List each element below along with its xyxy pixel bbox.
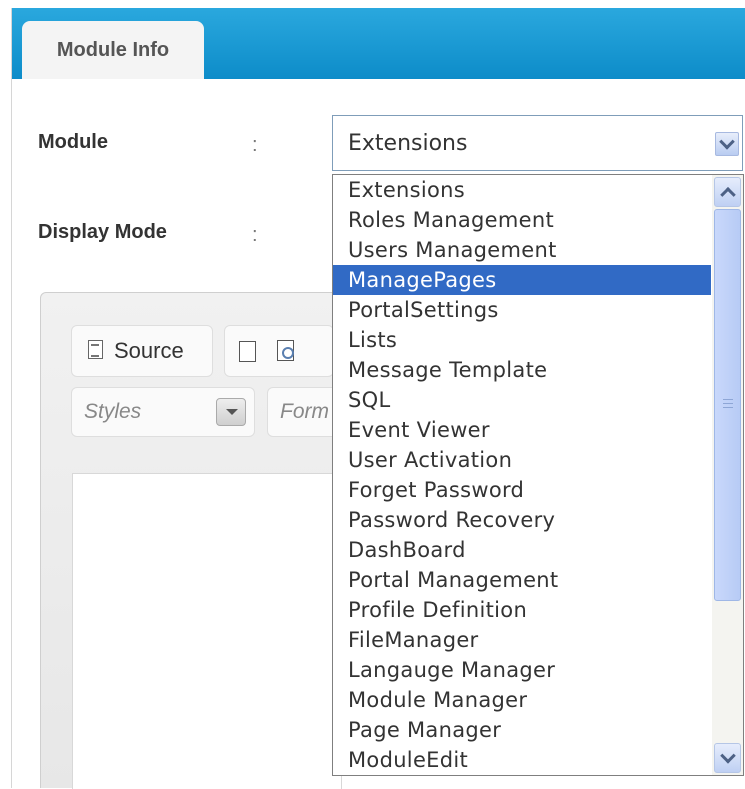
dropdown-option[interactable]: SQL (333, 385, 711, 415)
chevron-down-icon (719, 134, 735, 150)
dropdown-option[interactable]: ModuleEdit (333, 745, 711, 775)
source-button[interactable]: Source (71, 325, 213, 377)
module-colon: : (252, 134, 258, 156)
styles-dropdown-button[interactable] (216, 398, 246, 426)
dropdown-option[interactable]: Langauge Manager (333, 655, 711, 685)
dropdown-option[interactable]: Forget Password (333, 475, 711, 505)
preview-icon[interactable] (277, 340, 294, 361)
display-mode-colon: : (252, 224, 258, 246)
rich-text-editor: Source Styles Form (40, 292, 347, 789)
dropdown-option[interactable]: Module Manager (333, 685, 711, 715)
chevron-down-icon (719, 748, 736, 764)
source-icon (88, 340, 103, 359)
dropdown-option[interactable]: Portal Management (333, 565, 711, 595)
dropdown-toggle-button[interactable] (715, 132, 739, 156)
tab-module-info[interactable]: Module Info (22, 21, 204, 79)
tab-bar: Module Info (12, 8, 745, 79)
format-placeholder: Form (280, 400, 329, 423)
new-page-icon[interactable] (239, 341, 256, 362)
source-label: Source (114, 338, 184, 363)
document-tools-group (224, 325, 334, 377)
scroll-down-button[interactable] (714, 743, 741, 773)
module-select[interactable]: Extensions (332, 115, 743, 171)
styles-placeholder: Styles (84, 400, 142, 423)
dropdown-option[interactable]: Lists (333, 325, 711, 355)
grip-line (723, 399, 733, 400)
module-dropdown-list[interactable]: Extensions Roles Management Users Manage… (332, 174, 744, 776)
editor-content-area[interactable] (72, 473, 342, 789)
dropdown-option[interactable]: Password Recovery (333, 505, 711, 535)
dropdown-option[interactable]: Roles Management (333, 205, 711, 235)
grip-line (723, 407, 733, 408)
dropdown-scrollbar[interactable] (712, 175, 743, 775)
dropdown-option[interactable]: Users Management (333, 235, 711, 265)
dropdown-option[interactable]: FileManager (333, 625, 711, 655)
dropdown-option[interactable]: PortalSettings (333, 295, 711, 325)
dropdown-option[interactable]: DashBoard (333, 535, 711, 565)
dropdown-option[interactable]: Event Viewer (333, 415, 711, 445)
scrollbar-thumb[interactable] (714, 209, 741, 601)
scroll-up-button[interactable] (714, 177, 741, 207)
chevron-up-icon (719, 186, 736, 203)
grip-line (723, 403, 733, 404)
styles-combo[interactable]: Styles (71, 387, 255, 437)
dropdown-option[interactable]: User Activation (333, 445, 711, 475)
dropdown-option[interactable]: Message Template (333, 355, 711, 385)
dropdown-option[interactable]: Page Manager (333, 715, 711, 745)
dropdown-option-highlighted[interactable]: ManagePages (333, 265, 711, 295)
dropdown-option[interactable]: Extensions (333, 175, 711, 205)
module-select-value: Extensions (348, 131, 468, 156)
dropdown-option[interactable]: Profile Definition (333, 595, 711, 625)
display-mode-label: Display Mode (38, 221, 167, 243)
module-label: Module (38, 131, 108, 153)
